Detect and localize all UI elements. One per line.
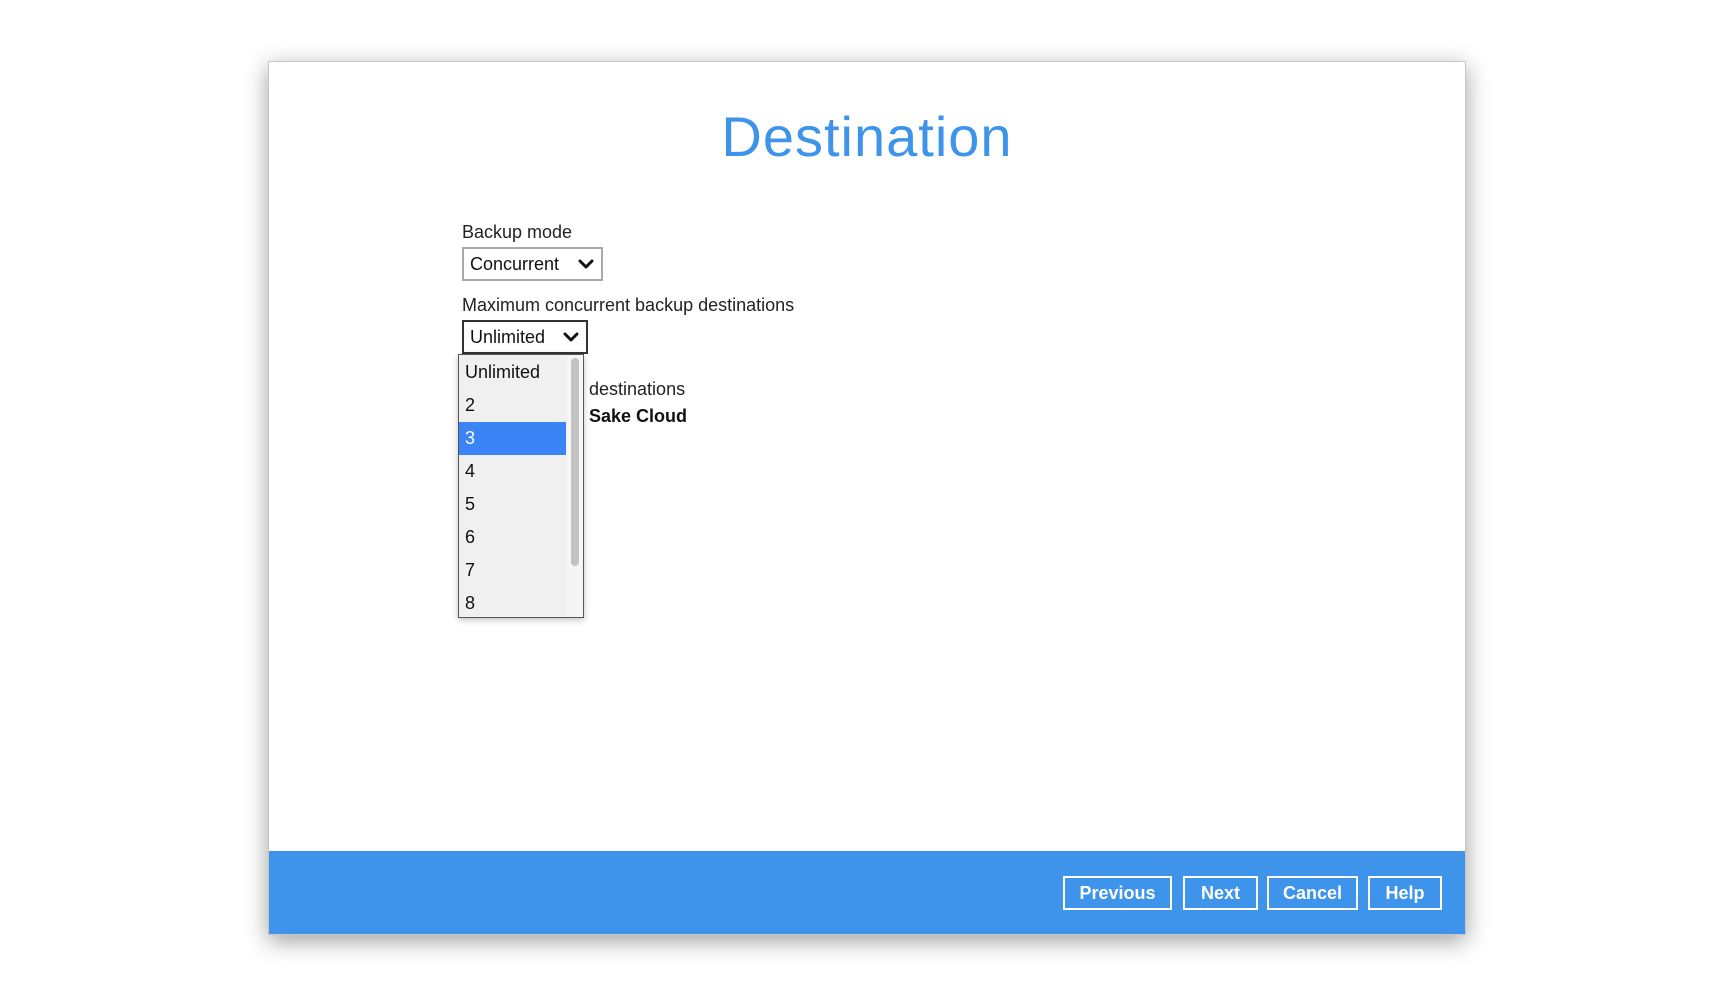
backup-set-wizard-window: Destination Backup mode Concurrent Maxim… <box>268 61 1466 935</box>
backup-mode-select[interactable]: Concurrent <box>462 247 603 281</box>
dropdown-option-4[interactable]: 4 <box>459 455 566 488</box>
dropdown-option-5[interactable]: 5 <box>459 488 566 521</box>
max-destinations-dropdown-list: Unlimited 2 3 4 5 6 7 8 <box>458 354 584 618</box>
destination-item[interactable]: y Sake Cloud <box>574 406 687 427</box>
next-button[interactable]: Next <box>1183 876 1258 910</box>
max-destinations-select[interactable]: Unlimited <box>462 320 588 354</box>
help-button[interactable]: Help <box>1368 876 1442 910</box>
dropdown-option-2[interactable]: 2 <box>459 389 566 422</box>
backup-mode-label: Backup mode <box>462 222 573 242</box>
previous-button[interactable]: Previous <box>1063 876 1172 910</box>
chevron-down-icon <box>571 249 601 279</box>
dropdown-option-6[interactable]: 6 <box>459 521 566 554</box>
page-title: Destination <box>721 105 1013 168</box>
dropdown-option-3[interactable]: 3 <box>459 422 566 455</box>
backup-mode-value: Concurrent <box>470 253 560 274</box>
destinations-label: e destinations <box>574 379 686 399</box>
wizard-footer: Previous Next Cancel Help <box>269 851 1465 934</box>
max-destinations-label: Maximum concurrent backup destinations <box>462 295 795 315</box>
cancel-button[interactable]: Cancel <box>1267 876 1358 910</box>
chevron-down-icon <box>556 322 586 352</box>
max-destinations-value: Unlimited <box>470 326 546 347</box>
dropdown-option-8[interactable]: 8 <box>459 587 566 617</box>
dropdown-option-7[interactable]: 7 <box>459 554 566 587</box>
dropdown-option-unlimited[interactable]: Unlimited <box>459 356 566 389</box>
dropdown-scrollbar[interactable] <box>567 355 583 617</box>
dropdown-scrollbar-thumb[interactable] <box>571 358 579 566</box>
